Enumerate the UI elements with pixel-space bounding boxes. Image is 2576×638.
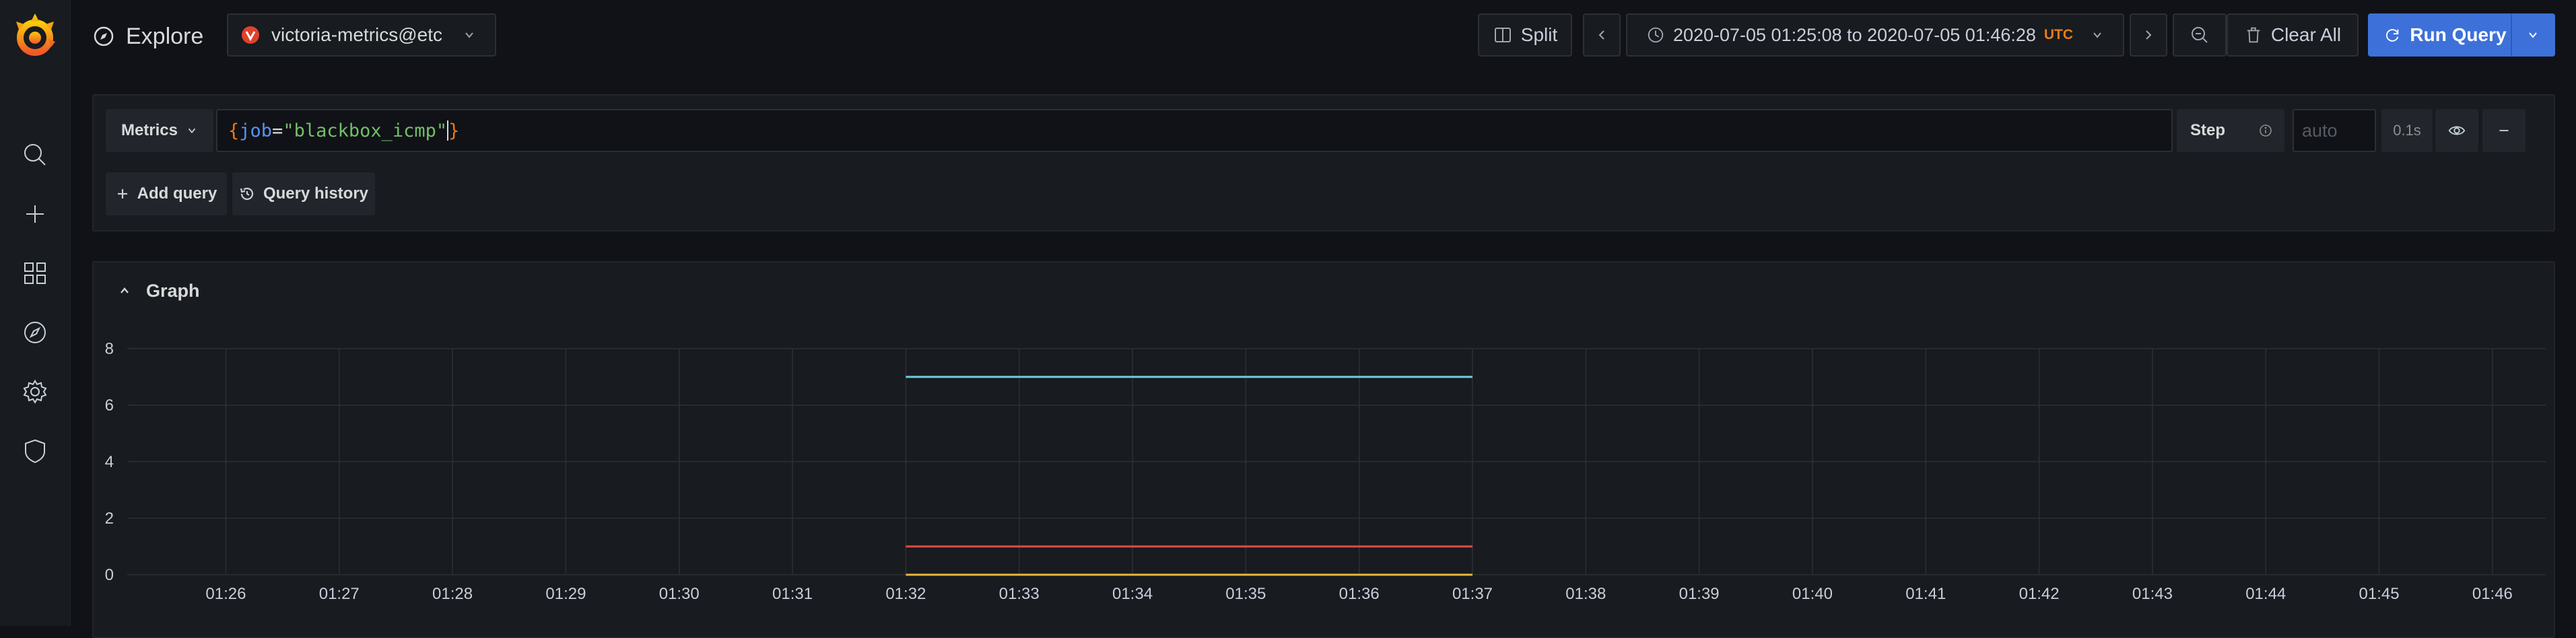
graph-panel: 0 2 4 6 8 01:26 01:27 01:28 01:29 01:30 01:31 01:32… (92, 261, 2555, 638)
top-bar: Explore victoria-metrics@etc Split 2020-… (71, 0, 2576, 71)
gear-icon[interactable] (15, 371, 55, 412)
clock-icon (1648, 27, 1664, 43)
run-query-label: Run Query (2410, 24, 2507, 45)
graph-title: Graph (146, 280, 200, 301)
trash-icon (2247, 27, 2260, 43)
query-panel: Metrics {job="blackbox_icmp"} Step 0.1s … (92, 94, 2555, 232)
refresh-icon (2386, 29, 2399, 42)
x-tick-label: 01:44 (2245, 585, 2286, 603)
page-header: Explore (92, 19, 203, 54)
chevron-up-icon (121, 287, 129, 293)
x-tick-label: 01:27 (319, 585, 360, 603)
y-tick-label: 2 (105, 509, 114, 528)
query-history-button[interactable]: Query history (232, 172, 375, 215)
add-query-label: Add query (137, 184, 217, 203)
run-query-options-button[interactable] (2511, 13, 2555, 57)
x-tick-label: 01:31 (772, 585, 813, 603)
toggle-query-visibility-button[interactable] (2435, 109, 2478, 152)
x-tick-label: 01:43 (2132, 585, 2173, 603)
metrics-dropdown[interactable]: Metrics (106, 109, 213, 152)
step-label-text: Step (2190, 121, 2226, 139)
zoom-out-button[interactable] (2173, 13, 2227, 57)
split-button[interactable]: Split (1478, 13, 1572, 57)
x-tick-label: 01:40 (1792, 585, 1833, 603)
query-label-name: job (239, 120, 273, 141)
minus-icon (2499, 130, 2509, 131)
page-title: Explore (126, 23, 204, 49)
explore-icon[interactable] (15, 312, 55, 353)
clear-all-button[interactable]: Clear All (2227, 13, 2359, 57)
history-icon (240, 187, 254, 201)
y-tick-label: 6 (105, 396, 114, 415)
clear-all-label: Clear All (2270, 24, 2342, 45)
chevron-down-icon (188, 128, 196, 134)
plus-icon (117, 189, 127, 199)
x-tick-label: 01:26 (205, 585, 246, 603)
datasource-name: victoria-metrics@etc (271, 24, 443, 45)
x-tick-label: 01:30 (659, 585, 700, 603)
graph-collapse-toggle[interactable]: Graph (118, 277, 200, 304)
chevron-down-icon (465, 32, 473, 38)
x-tick-label: 01:34 (1112, 585, 1153, 603)
search-icon[interactable] (15, 135, 55, 175)
run-query-button[interactable]: Run Query (2368, 13, 2521, 57)
x-tick-label: 01:41 (1905, 585, 1946, 603)
grafana-logo[interactable] (7, 8, 63, 65)
query-operator: = (272, 120, 283, 141)
query-editor[interactable]: {job = "blackbox_icmp"} (216, 109, 2173, 152)
x-tick-label: 01:46 (2472, 585, 2513, 603)
time-range-picker[interactable]: 2020-07-05 01:25:08 to 2020-07-05 01:46:… (1626, 13, 2124, 57)
query-history-label: Query history (263, 184, 369, 203)
victoriametrics-icon (242, 26, 259, 44)
time-forward-button[interactable] (2130, 13, 2167, 57)
query-time-badge: 0.1s (2381, 109, 2433, 152)
chevron-down-icon (2529, 32, 2537, 38)
x-tick-label: 01:35 (1225, 585, 1266, 603)
y-tick-label: 8 (105, 340, 114, 358)
time-range-label: 2020-07-05 01:25:08 to 2020-07-05 01:46:… (1672, 24, 2036, 45)
query-brace-open: { (228, 120, 240, 141)
step-input[interactable] (2293, 109, 2376, 152)
info-icon[interactable] (2259, 124, 2272, 137)
sidebar (0, 0, 71, 626)
x-tick-label: 01:32 (885, 585, 926, 603)
query-brace-close: } (448, 120, 460, 141)
graph-chart: 0 2 4 6 8 01:26 01:27 01:28 01:29 01:30 01:31 01:32… (105, 340, 2546, 603)
y-tick-label: 0 (105, 566, 114, 584)
chevron-down-icon (2093, 32, 2101, 38)
datasource-picker[interactable]: victoria-metrics@etc (227, 13, 496, 57)
x-tick-label: 01:29 (545, 585, 586, 603)
split-label: Split (1520, 24, 1558, 45)
query-label-value: "blackbox_icmp" (283, 120, 448, 141)
plus-icon[interactable] (15, 194, 55, 234)
dashboards-icon[interactable] (15, 253, 55, 293)
eye-icon (2448, 126, 2466, 135)
chevron-left-icon (1598, 30, 1604, 40)
x-tick-label: 01:33 (999, 585, 1040, 603)
x-tick-label: 01:28 (432, 585, 473, 603)
x-tick-label: 01:45 (2359, 585, 2400, 603)
chevron-right-icon (2146, 30, 2152, 40)
compass-icon (94, 26, 114, 46)
split-icon (1494, 28, 1511, 42)
x-tick-label: 01:36 (1339, 585, 1380, 603)
timezone-label: UTC (2043, 27, 2074, 42)
x-tick-label: 01:39 (1679, 585, 1720, 603)
time-back-button[interactable] (1583, 13, 1621, 57)
x-tick-label: 01:42 (2019, 585, 2060, 603)
step-label: Step (2177, 109, 2284, 152)
zoom-out-icon (2192, 27, 2208, 43)
add-query-button[interactable]: Add query (106, 172, 227, 215)
shield-icon[interactable] (15, 431, 55, 471)
x-tick-label: 01:38 (1565, 585, 1606, 603)
metrics-label: Metrics (121, 121, 178, 139)
y-tick-label: 4 (105, 453, 114, 471)
x-tick-label: 01:37 (1452, 585, 1493, 603)
remove-query-button[interactable] (2482, 109, 2526, 152)
